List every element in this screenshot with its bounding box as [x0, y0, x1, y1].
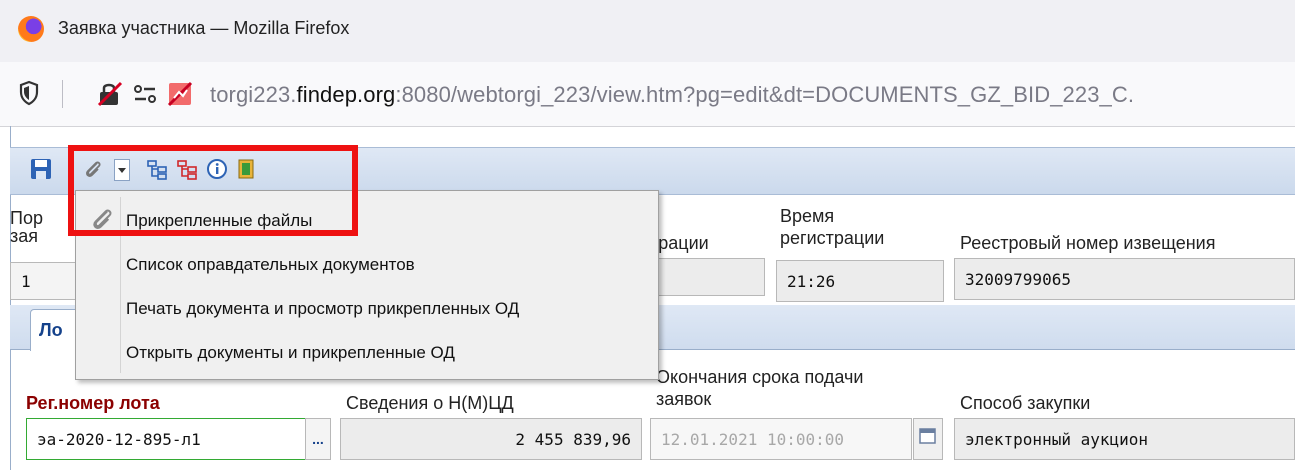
url-text[interactable]: torgi223.findep.org:8080/webtorgi_223/vi… [210, 82, 1134, 108]
deadline-label-line1: Окончания срока подачи [656, 367, 864, 387]
registry-number-label: Реестровый номер извещения [960, 233, 1216, 253]
permissions-icon[interactable] [132, 82, 158, 106]
nmcd-label: Сведения о Н(М)ЦД [346, 393, 514, 413]
blocked-media-icon[interactable] [166, 80, 194, 108]
purchase-method-field[interactable]: электронный аукцион [954, 418, 1295, 460]
save-icon[interactable] [30, 158, 52, 180]
reg-time-field[interactable]: 21:26 [776, 260, 944, 302]
reg-lot-field[interactable]: эа-2020-12-895-л1 [26, 418, 306, 460]
firefox-logo-icon [18, 16, 44, 42]
reg-lot-label: Рег.номер лота [26, 393, 160, 413]
lot-lookup-button[interactable]: ... [305, 418, 331, 460]
method-label: Способ закупки [960, 393, 1091, 413]
menu-item-open-documents[interactable]: Открыть документы и прикрепленные ОД [126, 343, 455, 363]
window-title: Заявка участника — Mozilla Firefox [58, 18, 350, 38]
url-separator [62, 80, 63, 108]
tab-lot-label: Ло [39, 320, 63, 340]
highlight-box [68, 145, 358, 236]
deadline-field[interactable]: 12.01.2021 10:00:00 [650, 418, 912, 460]
nmcd-field[interactable]: 2 455 839,96 [340, 418, 642, 460]
reg-time-label-line2: регистрации [780, 228, 885, 248]
order-label-line2: зая [10, 226, 39, 246]
insecure-lock-icon[interactable] [96, 80, 124, 108]
shield-icon[interactable] [18, 80, 40, 106]
menu-item-print-and-view[interactable]: Печать документа и просмотр прикрепленны… [126, 299, 519, 319]
calendar-icon [919, 428, 936, 444]
calendar-button[interactable] [913, 418, 943, 460]
reg-time-label-line1: Время [780, 206, 835, 226]
deadline-label-line2: заявок [656, 389, 712, 409]
menu-item-justification-docs[interactable]: Список оправдательных документов [126, 255, 415, 275]
registry-number-field[interactable]: 32009799065 [954, 258, 1295, 300]
